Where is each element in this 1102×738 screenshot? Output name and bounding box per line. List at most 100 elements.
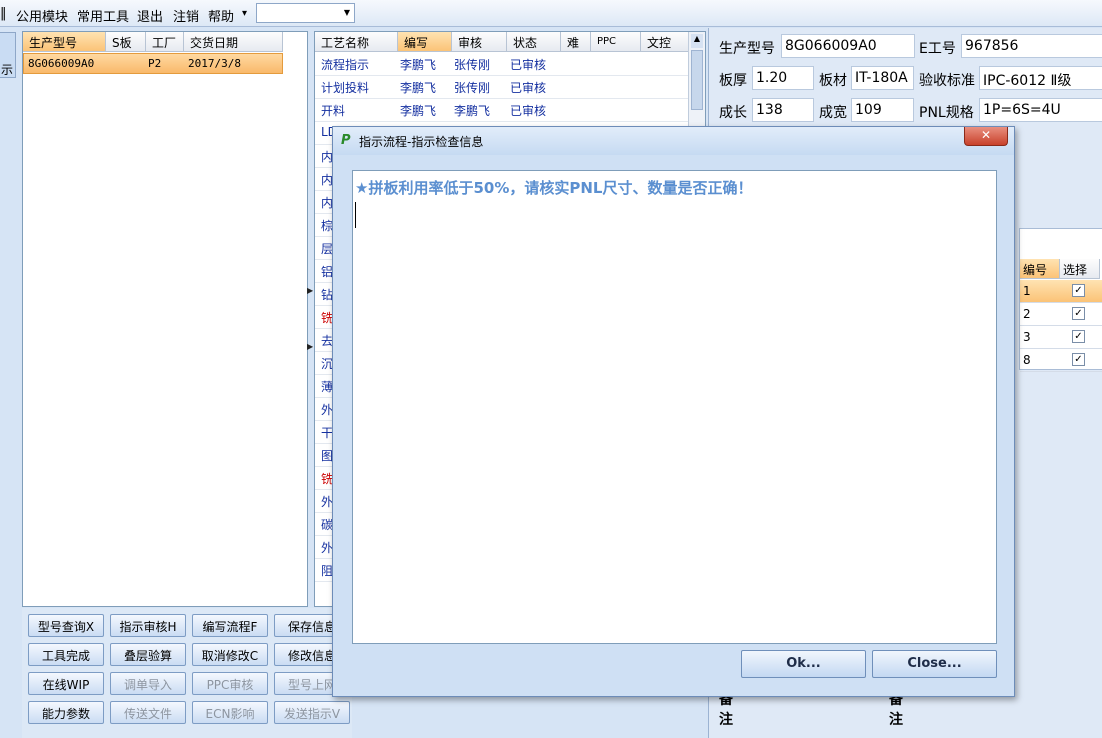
action-button[interactable]: ECN影响 [192, 701, 268, 724]
menu-item-tools[interactable]: 常用工具 [77, 6, 129, 25]
table-row[interactable]: 流程指示 李鹏飞 张传刚 已审核 [315, 53, 689, 76]
col-header-number[interactable]: 编号 [1020, 259, 1060, 279]
action-button[interactable]: 发送指示V [274, 701, 350, 724]
menu-bar: ‖ 公用模块 常用工具 退出 注销 帮助 ▾ ▼ [0, 0, 1102, 27]
scroll-up-icon[interactable]: ▲ [691, 34, 703, 48]
select-checkbox[interactable]: ✓ [1072, 330, 1085, 343]
cell-reviewer: 张传刚 [454, 58, 491, 72]
action-button[interactable]: 在线WIP [28, 672, 104, 695]
cell-number: 1 [1023, 284, 1031, 298]
col-header-factory[interactable]: 工厂 [146, 32, 184, 52]
cell-status: 已审核 [510, 58, 547, 72]
action-button[interactable]: 调单导入 [110, 672, 186, 695]
eno-label: E工号 [919, 41, 956, 57]
select-checkbox[interactable]: ✓ [1072, 307, 1085, 320]
action-button[interactable]: 取消修改C [192, 643, 268, 666]
action-button[interactable]: 工具完成 [28, 643, 104, 666]
col-header-select[interactable]: 选择 [1060, 259, 1100, 279]
action-button[interactable]: 传送文件 [110, 701, 186, 724]
left-side-tab-label: 示 [1, 63, 14, 77]
menu-item-help[interactable]: 帮助 [208, 6, 234, 25]
model-field[interactable]: 8G066009A0 [781, 34, 915, 58]
col-header-difficulty[interactable]: 难 [561, 32, 591, 52]
col-header-writer[interactable]: 编写 [398, 32, 452, 52]
cell-model: 8G066009A0 [28, 57, 95, 70]
select-checkbox[interactable]: ✓ [1072, 353, 1085, 366]
chevron-down-icon: ▼ [343, 8, 350, 17]
cell-name: 计划投料 [321, 81, 370, 95]
cell-number: 8 [1023, 353, 1031, 367]
length-field[interactable]: 138 [752, 98, 814, 122]
action-button[interactable]: 型号查询X [28, 614, 104, 637]
col-header-model[interactable]: 生产型号 [23, 32, 106, 52]
cell-reviewer: 张传刚 [454, 81, 491, 95]
thickness-field[interactable]: 1.20 [752, 66, 814, 90]
scroll-thumb[interactable] [691, 50, 703, 110]
table-row[interactable]: 2 ✓ [1020, 303, 1102, 326]
col-header-process[interactable]: 工艺名称 [315, 32, 398, 52]
message-textarea[interactable]: ★拼板利用率低于50%，请核实PNL尺寸、数量是否正确！ [352, 170, 997, 644]
col-header-doc-control[interactable]: 文控 [641, 32, 689, 52]
ok-button[interactable]: Ok... [741, 650, 866, 678]
cell-date: 2017/3/8 [188, 57, 241, 70]
cell-status: 已审核 [510, 104, 547, 118]
col-header-ppc[interactable]: PPC [591, 32, 641, 52]
pnl-label: PNL规格 [919, 105, 974, 121]
action-button[interactable]: 编写流程F [192, 614, 268, 637]
table-row[interactable]: 计划投料 李鹏飞 张传刚 已审核 [315, 76, 689, 99]
action-button[interactable]: 叠层验算 [110, 643, 186, 666]
cell-name: 流程指示 [321, 58, 370, 72]
table-row[interactable]: 开料 李鹏飞 李鹏飞 已审核 [315, 99, 689, 122]
menu-item-public[interactable]: 公用模块 [16, 6, 68, 25]
menu-item-logout[interactable]: 注销 [173, 6, 199, 25]
cell-writer: 李鹏飞 [400, 58, 437, 72]
col-header-reviewer[interactable]: 审核 [452, 32, 507, 52]
model-list-grid: 生产型号 S板 工厂 交货日期 8G066009A0 P2 2017/3/8 [22, 31, 308, 607]
width-field[interactable]: 109 [851, 98, 914, 122]
col-header-status[interactable]: 状态 [507, 32, 561, 52]
pnl-field[interactable]: 1P=6S=4U [979, 98, 1102, 122]
menu-item-cut[interactable]: ‖ [0, 6, 7, 21]
material-field[interactable]: IT-180A [851, 66, 914, 90]
width-label: 成宽 [819, 105, 847, 121]
check-info-dialog: P 指示流程-指示检查信息 ✕ ★拼板利用率低于50%，请核实PNL尺寸、数量是… [332, 126, 1015, 697]
col-header-sboard[interactable]: S板 [106, 32, 146, 52]
app-icon: P [341, 133, 351, 148]
col-header-date[interactable]: 交货日期 [184, 32, 283, 52]
vertical-scrollbar[interactable]: ▲ [688, 32, 705, 132]
text-caret [355, 202, 356, 228]
dialog-titlebar[interactable]: P 指示流程-指示检查信息 ✕ [333, 127, 1014, 155]
panel-splitter[interactable]: ▶ ▶ [307, 280, 314, 360]
table-row[interactable]: 1 ✓ [1020, 280, 1102, 303]
left-side-tab[interactable]: 示 [0, 32, 16, 78]
menu-combo[interactable]: ▼ [256, 3, 355, 23]
option-grid: 编号 选择 1 ✓ 2 ✓ 3 ✓ 8 ✓ [1019, 228, 1102, 372]
cell-reviewer: 李鹏飞 [454, 104, 491, 118]
action-button[interactable]: 指示审核H [110, 614, 186, 637]
cell-writer: 李鹏飞 [400, 104, 437, 118]
table-row[interactable]: 8G066009A0 P2 2017/3/8 [23, 53, 283, 74]
table-row[interactable]: 8 ✓ [1020, 349, 1102, 372]
standard-label: 验收标准 [919, 73, 975, 89]
arrow-right-icon: ▶ [307, 286, 314, 295]
model-label: 生产型号 [719, 41, 775, 57]
close-icon[interactable]: ✕ [964, 127, 1008, 146]
arrow-right-icon: ▶ [307, 342, 314, 351]
table-row[interactable]: 3 ✓ [1020, 326, 1102, 349]
eno-field[interactable]: 967856 [961, 34, 1102, 58]
action-button-panel: 型号查询X 指示审核H 编写流程F 保存信息 工具完成 叠层验算 取消修改C 修改信息 在线WI… [22, 608, 352, 738]
action-button[interactable]: PPC审核 [192, 672, 268, 695]
cell-factory: P2 [148, 57, 162, 70]
standard-field[interactable]: IPC-6012 Ⅱ级 [979, 66, 1102, 90]
cell-number: 3 [1023, 330, 1031, 344]
thickness-label: 板厚 [719, 73, 747, 89]
menu-item-exit[interactable]: 退出 [137, 6, 163, 25]
close-button[interactable]: Close... [872, 650, 997, 678]
warning-message: ★拼板利用率低于50%，请核实PNL尺寸、数量是否正确！ [355, 179, 753, 197]
select-checkbox[interactable]: ✓ [1072, 284, 1085, 297]
help-dropdown-icon[interactable]: ▾ [242, 8, 247, 19]
material-label: 板材 [819, 73, 847, 89]
length-label: 成长 [719, 105, 747, 121]
cell-number: 2 [1023, 307, 1031, 321]
action-button[interactable]: 能力参数 [28, 701, 104, 724]
